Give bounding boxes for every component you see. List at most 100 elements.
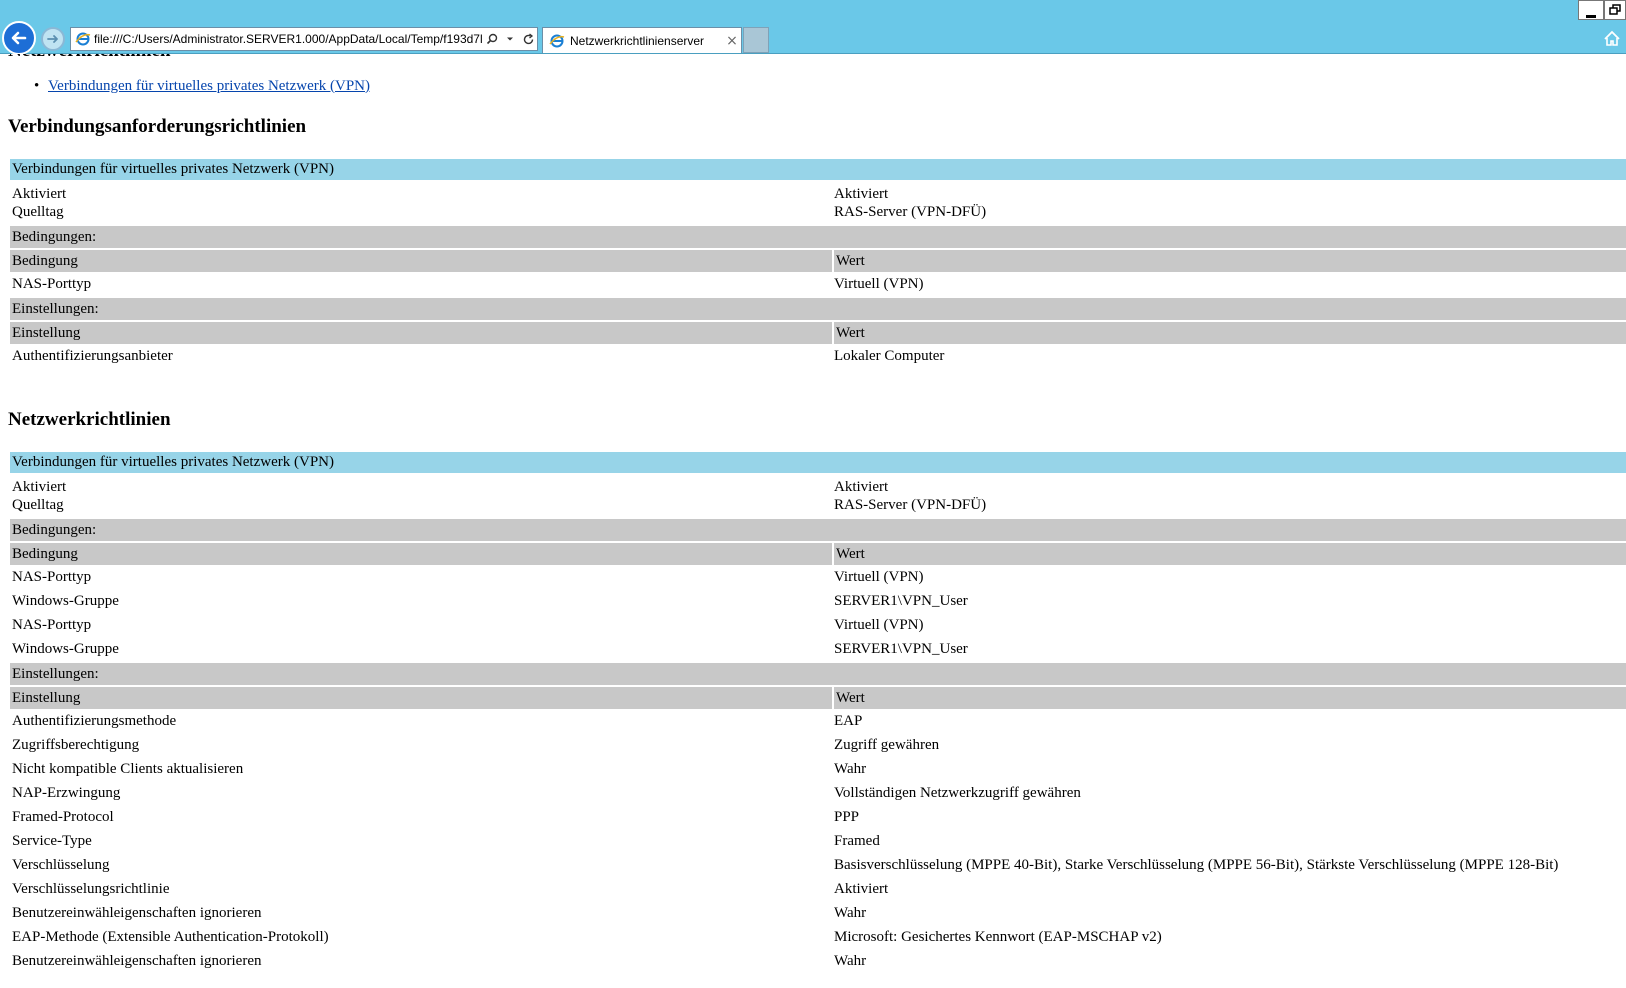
- condition-value: Virtuell (VPN): [834, 617, 924, 633]
- table-row: Verschlüsselung Basisverschlüsselung (MP…: [10, 853, 1626, 877]
- address-url[interactable]: file:///C:/Users/Administrator.SERVER1.0…: [94, 32, 483, 46]
- vpn-policy-link[interactable]: Verbindungen für virtuelles privates Net…: [48, 78, 370, 94]
- meta-value-enabled: Aktiviert: [834, 186, 889, 202]
- conditions-section-row: Bedingungen:: [10, 517, 1626, 541]
- minimize-button[interactable]: [1578, 0, 1604, 20]
- table-row: Authentifizierungsmethode EAP: [10, 709, 1626, 733]
- condition-name: NAS-Porttyp: [12, 569, 92, 585]
- policy-meta-row: Aktiviert Quelltag Aktiviert RAS-Server …: [10, 180, 1626, 224]
- new-tab-button[interactable]: [743, 27, 769, 53]
- setting-value: EAP: [834, 713, 863, 729]
- browser-toolbar: file:///C:/Users/Administrator.SERVER1.0…: [0, 0, 1626, 55]
- ie-page-icon: [75, 32, 91, 46]
- meta-label-source-tag: Quelltag: [12, 204, 64, 220]
- policy-name: Verbindungen für virtuelles privates Net…: [10, 452, 1626, 473]
- dropdown-arrow-icon[interactable]: [501, 30, 519, 48]
- settings-label: Einstellungen:: [10, 296, 1626, 320]
- setting-value: Zugriff gewähren: [834, 737, 940, 753]
- value-column-header: Wert: [832, 685, 1626, 709]
- setting-value: Framed: [834, 833, 880, 849]
- ie-tab-icon: [549, 34, 565, 47]
- meta-labels: Aktiviert Quelltag: [10, 180, 832, 224]
- setting-name: EAP-Methode (Extensible Authentication-P…: [12, 929, 329, 945]
- conditions-header-row: Bedingung Wert: [10, 248, 1626, 272]
- conditions-header-row: Bedingung Wert: [10, 541, 1626, 565]
- condition-value: SERVER1\VPN_User: [834, 641, 968, 657]
- settings-label: Einstellungen:: [10, 661, 1626, 685]
- table-row: Benutzereinwähleigenschaften ignorieren …: [10, 901, 1626, 925]
- forward-button[interactable]: [41, 27, 65, 51]
- meta-value-enabled: Aktiviert: [834, 479, 889, 495]
- network-policy-table: Verbindungen für virtuelles privates Net…: [10, 452, 1626, 973]
- settings-header-row: Einstellung Wert: [10, 320, 1626, 344]
- connection-request-policy-table: Verbindungen für virtuelles privates Net…: [10, 159, 1626, 368]
- page-content: Netzwerkrichtlinien Verbindungen für vir…: [0, 54, 1626, 988]
- settings-header-row: Einstellung Wert: [10, 685, 1626, 709]
- setting-name: Authentifizierungsanbieter: [12, 348, 173, 364]
- tab-netzwerkrichtlinienserver[interactable]: Netzwerkrichtlinienserver ×: [542, 27, 742, 53]
- meta-value-source-tag: RAS-Server (VPN-DFÜ): [834, 204, 987, 220]
- condition-value: Virtuell (VPN): [834, 569, 924, 585]
- policy-name-row: Verbindungen für virtuelles privates Net…: [10, 159, 1626, 180]
- connection-request-policies-heading: Verbindungsanforderungsrichtlinien: [8, 116, 307, 137]
- setting-name: Benutzereinwähleigenschaften ignorieren: [12, 953, 262, 969]
- condition-name: NAS-Porttyp: [12, 617, 92, 633]
- setting-value: Basisverschlüsselung (MPPE 40-Bit), Star…: [834, 857, 1559, 873]
- setting-value: Wahr: [834, 953, 867, 969]
- search-icon[interactable]: [483, 30, 501, 48]
- conditions-label: Bedingungen:: [10, 517, 1626, 541]
- condition-value: Virtuell (VPN): [834, 276, 924, 292]
- table-row: Zugriffsberechtigung Zugriff gewähren: [10, 733, 1626, 757]
- setting-name: Nicht kompatible Clients aktualisieren: [12, 761, 244, 777]
- setting-name: Benutzereinwähleigenschaften ignorieren: [12, 905, 262, 921]
- policy-name-row: Verbindungen für virtuelles privates Net…: [10, 452, 1626, 473]
- condition-column-header: Bedingung: [10, 248, 832, 272]
- setting-value: Lokaler Computer: [834, 348, 945, 364]
- meta-value-source-tag: RAS-Server (VPN-DFÜ): [834, 497, 987, 513]
- setting-name: Verschlüsselung: [12, 857, 110, 873]
- setting-name: Verschlüsselungsrichtlinie: [12, 881, 170, 897]
- home-icon[interactable]: [1603, 30, 1621, 48]
- setting-column-header: Einstellung: [10, 685, 832, 709]
- table-row: NAS-Porttyp Virtuell (VPN): [10, 565, 1626, 589]
- setting-value: Vollständigen Netzwerkzugriff gewähren: [834, 785, 1081, 801]
- meta-labels: Aktiviert Quelltag: [10, 473, 832, 517]
- policy-name: Verbindungen für virtuelles privates Net…: [10, 159, 1626, 180]
- conditions-section-row: Bedingungen:: [10, 224, 1626, 248]
- network-policies-heading: Netzwerkrichtlinien: [8, 409, 171, 430]
- minimize-icon: [1586, 15, 1596, 18]
- restore-button[interactable]: [1604, 0, 1626, 20]
- settings-section-row: Einstellungen:: [10, 296, 1626, 320]
- setting-name: Zugriffsberechtigung: [12, 737, 140, 753]
- table-row: Authentifizierungsanbieter Lokaler Compu…: [10, 344, 1626, 368]
- setting-name: NAP-Erzwingung: [12, 785, 121, 801]
- table-row: NAP-Erzwingung Vollständigen Netzwerkzug…: [10, 781, 1626, 805]
- settings-section-row: Einstellungen:: [10, 661, 1626, 685]
- setting-value: PPP: [834, 809, 860, 825]
- back-arrow-icon: [11, 31, 27, 45]
- table-row: Service-Type Framed: [10, 829, 1626, 853]
- value-column-header: Wert: [832, 320, 1626, 344]
- meta-label-source-tag: Quelltag: [12, 497, 64, 513]
- table-row: Windows-Gruppe SERVER1\VPN_User: [10, 589, 1626, 613]
- setting-name: Authentifizierungsmethode: [12, 713, 177, 729]
- setting-column-header: Einstellung: [10, 320, 832, 344]
- refresh-icon[interactable]: [519, 30, 537, 48]
- restore-icon: [1609, 4, 1621, 15]
- table-row: NAS-Porttyp Virtuell (VPN): [10, 272, 1626, 296]
- setting-value: Wahr: [834, 761, 867, 777]
- back-button[interactable]: [2, 21, 36, 55]
- table-row: NAS-Porttyp Virtuell (VPN): [10, 613, 1626, 637]
- address-bar[interactable]: file:///C:/Users/Administrator.SERVER1.0…: [70, 27, 538, 51]
- meta-values: Aktiviert RAS-Server (VPN-DFÜ): [832, 473, 1626, 517]
- tab-close-icon[interactable]: ×: [723, 33, 741, 49]
- meta-label-enabled: Aktiviert: [12, 479, 67, 495]
- table-row: Framed-Protocol PPP: [10, 805, 1626, 829]
- setting-name: Framed-Protocol: [12, 809, 114, 825]
- value-column-header: Wert: [832, 248, 1626, 272]
- policy-meta-row: Aktiviert Quelltag Aktiviert RAS-Server …: [10, 473, 1626, 517]
- table-row: Nicht kompatible Clients aktualisieren W…: [10, 757, 1626, 781]
- condition-value: SERVER1\VPN_User: [834, 593, 968, 609]
- cut-off-heading: Netzwerkrichtlinien: [8, 54, 171, 62]
- table-row: EAP-Methode (Extensible Authentication-P…: [10, 925, 1626, 949]
